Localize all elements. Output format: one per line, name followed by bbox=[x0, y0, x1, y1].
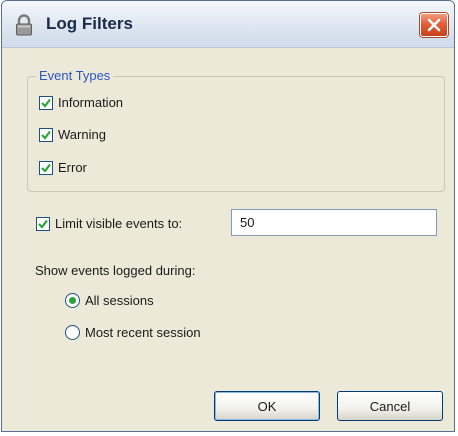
limit-events-label: Limit visible events to: bbox=[55, 216, 183, 231]
all-sessions-label: All sessions bbox=[85, 293, 154, 308]
error-label: Error bbox=[58, 160, 87, 175]
error-checkbox[interactable] bbox=[39, 160, 53, 175]
information-checkbox[interactable] bbox=[39, 95, 53, 110]
limit-events-checkbox-row[interactable]: Limit visible events to: bbox=[36, 216, 182, 231]
recent-session-label: Most recent session bbox=[85, 325, 201, 340]
radio-selected-dot bbox=[69, 297, 76, 304]
dialog-title: Log Filters bbox=[46, 14, 133, 33]
warning-label: Warning bbox=[58, 127, 106, 142]
recent-session-option[interactable]: Most recent session bbox=[65, 325, 201, 340]
ok-button[interactable]: OK bbox=[214, 391, 320, 421]
close-icon bbox=[427, 18, 441, 32]
cancel-button[interactable]: Cancel bbox=[337, 391, 443, 421]
title-bar[interactable]: Log Filters bbox=[2, 1, 454, 48]
all-sessions-option[interactable]: All sessions bbox=[65, 293, 154, 308]
close-button[interactable] bbox=[420, 13, 448, 37]
all-sessions-radio[interactable] bbox=[65, 293, 80, 308]
warning-checkbox-row[interactable]: Warning bbox=[39, 127, 106, 142]
event-limit-input[interactable]: 50 bbox=[231, 209, 437, 236]
checkmark-icon bbox=[41, 98, 51, 108]
information-checkbox-row[interactable]: Information bbox=[39, 95, 123, 110]
dialog-body: Event Types Information Warning Error Li… bbox=[2, 48, 454, 431]
information-label: Information bbox=[58, 95, 124, 110]
log-filters-dialog: Log Filters Event Types Information Warn… bbox=[1, 0, 455, 432]
checkmark-icon bbox=[41, 163, 51, 173]
sessions-label: Show events logged during: bbox=[35, 263, 196, 278]
checkmark-icon bbox=[41, 130, 51, 140]
lock-icon bbox=[14, 14, 34, 36]
limit-events-checkbox[interactable] bbox=[36, 216, 50, 231]
event-types-legend: Event Types bbox=[36, 68, 114, 83]
checkmark-icon bbox=[38, 219, 48, 229]
warning-checkbox[interactable] bbox=[39, 127, 53, 142]
recent-session-radio[interactable] bbox=[65, 325, 80, 340]
error-checkbox-row[interactable]: Error bbox=[39, 160, 87, 175]
